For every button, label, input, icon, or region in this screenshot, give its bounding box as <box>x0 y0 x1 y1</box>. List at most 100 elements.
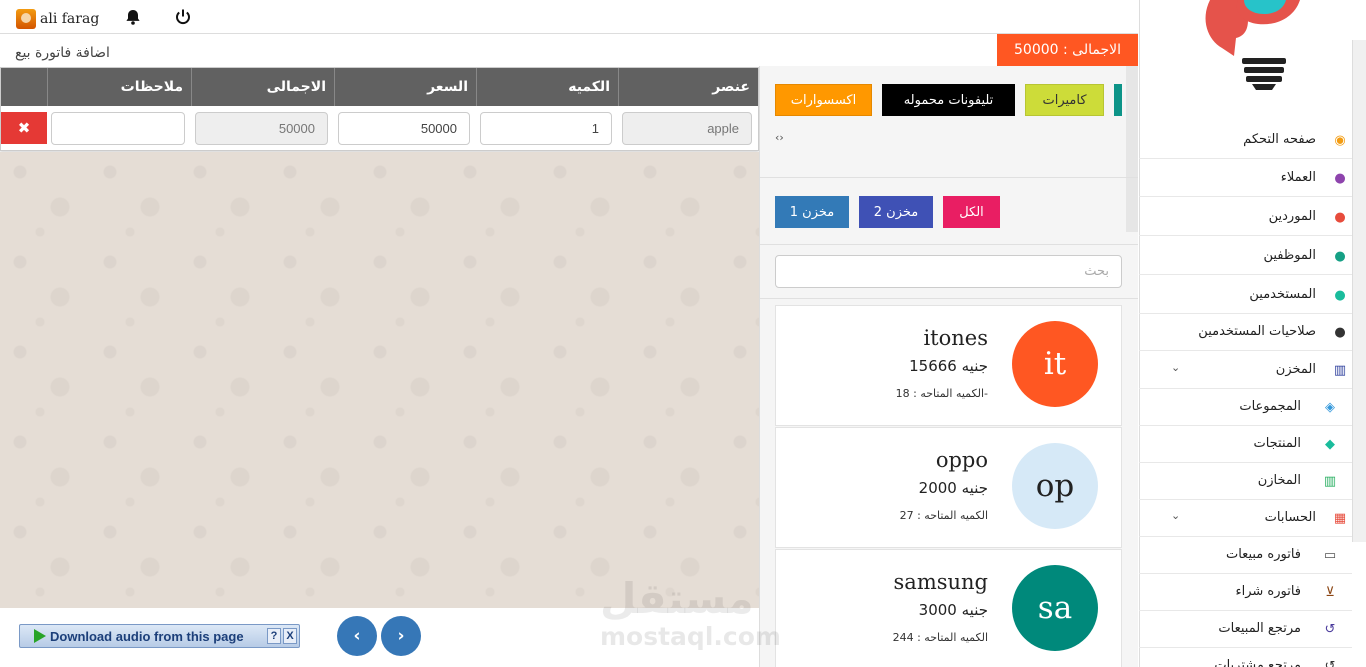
product-name: samsung <box>893 570 988 594</box>
bell-icon[interactable] <box>122 6 144 28</box>
sidebar-item-label: مرتجع المبيعات <box>1218 621 1301 636</box>
sidebar-item[interactable]: المستخدمين ● <box>1139 277 1352 314</box>
invoice-total-badge: الاجمالى : 50000 <box>997 34 1138 66</box>
store-filter-store-2[interactable]: مخزن 2 <box>859 196 933 228</box>
users-icon: ● <box>1334 324 1346 340</box>
category-scrollbar[interactable] <box>1126 66 1138 232</box>
sidebar-item[interactable]: صفحه التحكم ◉ <box>1139 122 1352 159</box>
sidebar-item[interactable]: فاتوره شراء ⊻ <box>1139 574 1352 611</box>
divider <box>760 177 1138 178</box>
users-icon: ● <box>1334 248 1346 264</box>
sidebar-item-label: الحسابات <box>1264 510 1316 525</box>
sidebar-item-label: فاتوره شراء <box>1235 584 1301 599</box>
chevron-down-icon: ⌄ <box>1171 509 1181 522</box>
watermark-latin: mostaql.com <box>600 622 781 651</box>
watermark-arabic: مستقل <box>600 574 754 623</box>
sidebar-item-label: فاتوره مبيعات <box>1225 547 1301 562</box>
product-name: oppo <box>935 448 988 472</box>
invoice-table-header: عنصر الكميه السعر الاجمالى ملاحظات <box>1 68 758 106</box>
sidebar-item[interactable]: فاتوره مبيعات ▭ <box>1139 537 1352 574</box>
sidebar-item-label: المنتجات <box>1253 436 1301 451</box>
store-filter-all[interactable]: الكل <box>943 196 1000 228</box>
product-name: itones <box>923 326 988 350</box>
category-button-partial[interactable] <box>1114 84 1122 116</box>
product-price: 15666 جنيه <box>909 357 988 375</box>
notes-field[interactable] <box>51 112 185 145</box>
cubes-icon: ◈ <box>1325 399 1335 415</box>
sidebar-item[interactable]: مرتجع مشتريات ↺ <box>1139 648 1352 667</box>
chevron-down-icon: ⌄ <box>1171 361 1181 374</box>
sidebar-item-label: المخزن <box>1275 362 1316 377</box>
sidebar-item[interactable]: الموردين ● <box>1139 199 1352 236</box>
item-field: apple <box>622 112 752 145</box>
category-button-mobile-phones[interactable]: تليفونات محموله <box>882 84 1015 116</box>
price-field[interactable]: 50000 <box>338 112 470 145</box>
sidebar-item[interactable]: المخزن ▥ ⌄ <box>1139 352 1352 389</box>
store-filter-store-1[interactable]: مخزن 1 <box>775 196 849 228</box>
cart-icon: ⊻ <box>1325 584 1335 600</box>
product-price: 3000 جنيه <box>918 601 988 619</box>
sidebar-item[interactable]: المنتجات ◆ <box>1139 426 1352 463</box>
product-available-quantity: الكميه المتاحه : 18- <box>895 387 988 400</box>
product-card[interactable]: samsung 3000 جنيه الكميه المتاحه : 244 sa <box>775 549 1122 667</box>
category-scroll-arrows[interactable]: ‹› <box>775 131 784 144</box>
product-available-quantity: الكميه المتاحه : 27 <box>899 509 988 522</box>
sidebar-item[interactable]: صلاحيات المستخدمين ● <box>1139 314 1352 351</box>
sidebar-item-label: العملاء <box>1280 170 1316 185</box>
prev-page-button[interactable]: ‹ <box>337 616 377 656</box>
help-icon[interactable]: ? <box>267 628 281 644</box>
product-initials-avatar: it <box>1012 321 1098 407</box>
product-search-input[interactable]: بحث <box>775 255 1122 288</box>
total-field: 50000 <box>195 112 328 145</box>
invoice-table: عنصر الكميه السعر الاجمالى ملاحظات apple… <box>0 67 759 151</box>
page-title: اضافة فاتورة بيع <box>15 45 110 61</box>
top-bar: ali farag <box>0 0 1138 34</box>
sidebar-item-label: المستخدمين <box>1249 287 1316 302</box>
bank-icon: ▥ <box>1333 362 1347 378</box>
sidebar-item-label: الموظفين <box>1263 248 1316 263</box>
column-header-item: عنصر <box>618 68 758 106</box>
users-icon: ● <box>1334 170 1346 186</box>
category-button-cameras[interactable]: كاميرات <box>1025 84 1104 116</box>
product-initials-avatar: op <box>1012 443 1098 529</box>
sidebar-item-label: صفحه التحكم <box>1243 132 1316 147</box>
cube-icon: ◆ <box>1325 436 1335 452</box>
bank-icon: ▥ <box>1323 473 1337 489</box>
next-page-button[interactable]: › <box>381 616 421 656</box>
sidebar-item-label: صلاحيات المستخدمين <box>1198 324 1316 339</box>
users-icon: ● <box>1334 209 1346 225</box>
users-icon: ● <box>1334 287 1346 303</box>
undo-icon: ↺ <box>1324 658 1336 667</box>
column-header-total: الاجمالى <box>191 68 334 106</box>
close-icon[interactable]: X <box>283 628 297 644</box>
money-icon: ▭ <box>1323 547 1337 563</box>
sidebar-scrollbar[interactable] <box>1352 40 1366 542</box>
delete-row-button[interactable]: ✖ <box>1 112 47 144</box>
product-initials-avatar: sa <box>1012 565 1098 651</box>
divider <box>760 298 1138 299</box>
column-header-quantity: الكميه <box>476 68 618 106</box>
sidebar-item[interactable]: المخازن ▥ <box>1139 463 1352 500</box>
column-header-notes: ملاحظات <box>47 68 191 106</box>
chat-wallpaper-background <box>0 152 759 608</box>
dashboard-icon: ◉ <box>1334 132 1346 148</box>
sidebar-item[interactable]: المجموعات ◈ <box>1139 389 1352 426</box>
calculator-icon: ▦ <box>1333 510 1347 526</box>
sidebar-item-label: الموردين <box>1268 209 1316 224</box>
sidebar-item[interactable]: العملاء ● <box>1139 160 1352 197</box>
product-card[interactable]: oppo 2000 جنيه الكميه المتاحه : 27 op <box>775 427 1122 548</box>
sidebar-item[interactable]: مرتجع المبيعات ↺ <box>1139 611 1352 648</box>
download-audio-button[interactable]: Download audio from this page ? X <box>19 624 300 648</box>
product-card[interactable]: itones 15666 جنيه الكميه المتاحه : 18- it <box>775 305 1122 426</box>
category-button-accessories[interactable]: اكسسوارات <box>775 84 872 116</box>
power-icon[interactable] <box>172 6 194 28</box>
sidebar-item[interactable]: الموظفين ● <box>1139 238 1352 275</box>
sidebar-item-label: المجموعات <box>1239 399 1301 414</box>
sidebar-item-label: مرتجع مشتريات <box>1214 658 1301 667</box>
product-price: 2000 جنيه <box>918 479 988 497</box>
download-audio-label: Download audio from this page <box>50 628 244 644</box>
quantity-field[interactable]: 1 <box>480 112 612 145</box>
sidebar-item[interactable]: الحسابات ▦ ⌄ <box>1139 500 1352 537</box>
avatar <box>16 9 36 29</box>
user-menu[interactable]: ali farag <box>16 9 99 29</box>
